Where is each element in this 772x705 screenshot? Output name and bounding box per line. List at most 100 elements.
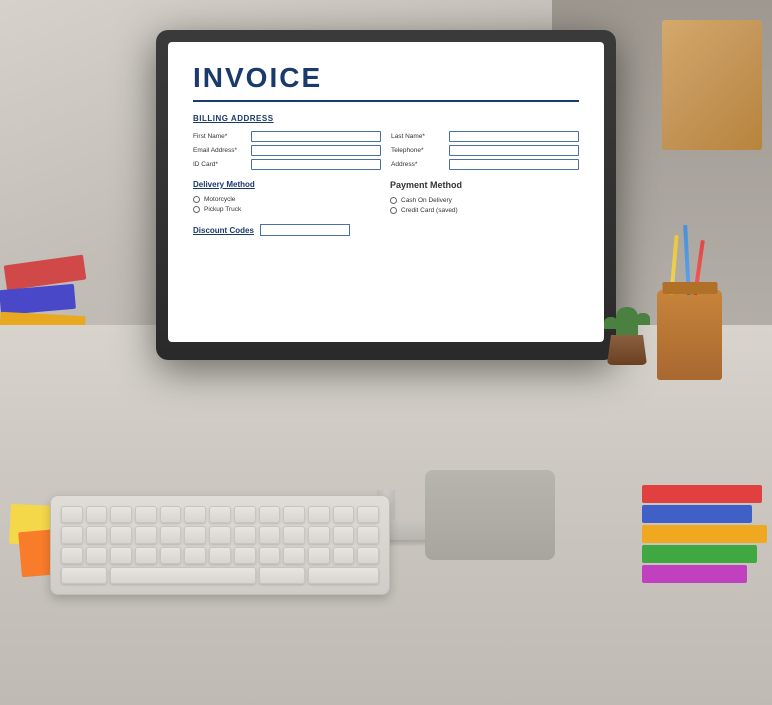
cactus <box>616 307 638 337</box>
form-col-right: Last Name* Telephone* Address* <box>391 131 579 170</box>
key-22[interactable] <box>259 526 281 543</box>
delivery-payment-row: Delivery Method Motorcycle Pickup Truck … <box>193 180 579 214</box>
key-33[interactable] <box>209 547 231 564</box>
key-6[interactable] <box>184 506 206 523</box>
key-9[interactable] <box>259 506 281 523</box>
key-27[interactable] <box>61 547 83 564</box>
address-label: Address* <box>391 161 446 168</box>
invoice-title: INVOICE <box>193 62 579 94</box>
last-name-row: Last Name* <box>391 131 579 142</box>
monitor: INVOICE BILLING ADDRESS First Name* Emai… <box>156 30 616 360</box>
key-4[interactable] <box>135 506 157 523</box>
billing-address-label: BILLING ADDRESS <box>193 114 579 123</box>
key-32[interactable] <box>184 547 206 564</box>
book-orange <box>642 525 767 543</box>
key-1[interactable] <box>61 506 83 523</box>
key-15[interactable] <box>86 526 108 543</box>
radio-cod[interactable] <box>390 197 397 204</box>
key-42[interactable] <box>308 567 379 584</box>
key-17[interactable] <box>135 526 157 543</box>
key-34[interactable] <box>234 547 256 564</box>
monitor-frame: INVOICE BILLING ADDRESS First Name* Emai… <box>156 30 616 360</box>
payment-option-cod[interactable]: Cash On Delivery <box>390 197 579 204</box>
key-29[interactable] <box>110 547 132 564</box>
email-row: Email Address* <box>193 145 381 156</box>
books-stack-right <box>642 485 772 585</box>
key-5[interactable] <box>160 506 182 523</box>
key-36[interactable] <box>283 547 305 564</box>
key-41[interactable] <box>259 567 305 584</box>
discount-input[interactable] <box>260 224 350 236</box>
flower-pot <box>607 335 647 365</box>
id-input[interactable] <box>251 159 381 170</box>
id-row: ID Card* <box>193 159 381 170</box>
pencil-holder <box>657 290 722 380</box>
telephone-label: Telephone* <box>391 147 446 154</box>
last-name-label: Last Name* <box>391 133 446 140</box>
book-red <box>642 485 762 503</box>
radio-pickup[interactable] <box>193 206 200 213</box>
delivery-section: Delivery Method Motorcycle Pickup Truck <box>193 180 382 214</box>
key-spacebar[interactable] <box>110 567 255 584</box>
book-blue <box>642 505 752 523</box>
key-23[interactable] <box>283 526 305 543</box>
keyboard-keys <box>61 506 379 584</box>
key-28[interactable] <box>86 547 108 564</box>
telephone-row: Telephone* <box>391 145 579 156</box>
key-39[interactable] <box>357 547 379 564</box>
form-col-left: First Name* Email Address* ID Card* <box>193 131 381 170</box>
book-purple <box>642 565 747 583</box>
key-21[interactable] <box>234 526 256 543</box>
cod-label: Cash On Delivery <box>401 197 452 204</box>
invoice-divider <box>193 100 579 102</box>
radio-credit[interactable] <box>390 207 397 214</box>
key-18[interactable] <box>160 526 182 543</box>
key-8[interactable] <box>234 506 256 523</box>
key-10[interactable] <box>283 506 305 523</box>
delivery-option-pickup[interactable]: Pickup Truck <box>193 206 382 213</box>
plant-pot <box>602 310 652 365</box>
key-19[interactable] <box>184 526 206 543</box>
delivery-title: Delivery Method <box>193 180 382 189</box>
key-37[interactable] <box>308 547 330 564</box>
last-name-input[interactable] <box>449 131 579 142</box>
email-input[interactable] <box>251 145 381 156</box>
key-12[interactable] <box>333 506 355 523</box>
key-14[interactable] <box>61 526 83 543</box>
key-13[interactable] <box>357 506 379 523</box>
key-25[interactable] <box>333 526 355 543</box>
first-name-input[interactable] <box>251 131 381 142</box>
key-7[interactable] <box>209 506 231 523</box>
payment-section: Payment Method Cash On Delivery Credit C… <box>390 180 579 214</box>
pickup-label: Pickup Truck <box>204 206 241 213</box>
cardboard-box <box>662 20 762 150</box>
radio-motorcycle[interactable] <box>193 196 200 203</box>
credit-label: Credit Card (saved) <box>401 207 458 214</box>
key-11[interactable] <box>308 506 330 523</box>
id-label: ID Card* <box>193 161 248 168</box>
book-green <box>642 545 757 563</box>
key-24[interactable] <box>308 526 330 543</box>
mousepad <box>425 470 555 560</box>
keyboard <box>50 495 390 595</box>
billing-form: First Name* Email Address* ID Card* <box>193 131 579 170</box>
telephone-input[interactable] <box>449 145 579 156</box>
key-3[interactable] <box>110 506 132 523</box>
payment-option-credit[interactable]: Credit Card (saved) <box>390 207 579 214</box>
key-20[interactable] <box>209 526 231 543</box>
key-16[interactable] <box>110 526 132 543</box>
address-row: Address* <box>391 159 579 170</box>
payment-title: Payment Method <box>390 180 579 190</box>
key-26[interactable] <box>357 526 379 543</box>
key-35[interactable] <box>259 547 281 564</box>
delivery-option-motorcycle[interactable]: Motorcycle <box>193 196 382 203</box>
key-38[interactable] <box>333 547 355 564</box>
key-31[interactable] <box>160 547 182 564</box>
invoice-document: INVOICE BILLING ADDRESS First Name* Emai… <box>168 42 604 342</box>
key-40[interactable] <box>61 567 107 584</box>
email-label: Email Address* <box>193 147 248 154</box>
key-30[interactable] <box>135 547 157 564</box>
key-2[interactable] <box>86 506 108 523</box>
address-input[interactable] <box>449 159 579 170</box>
motorcycle-label: Motorcycle <box>204 196 235 203</box>
